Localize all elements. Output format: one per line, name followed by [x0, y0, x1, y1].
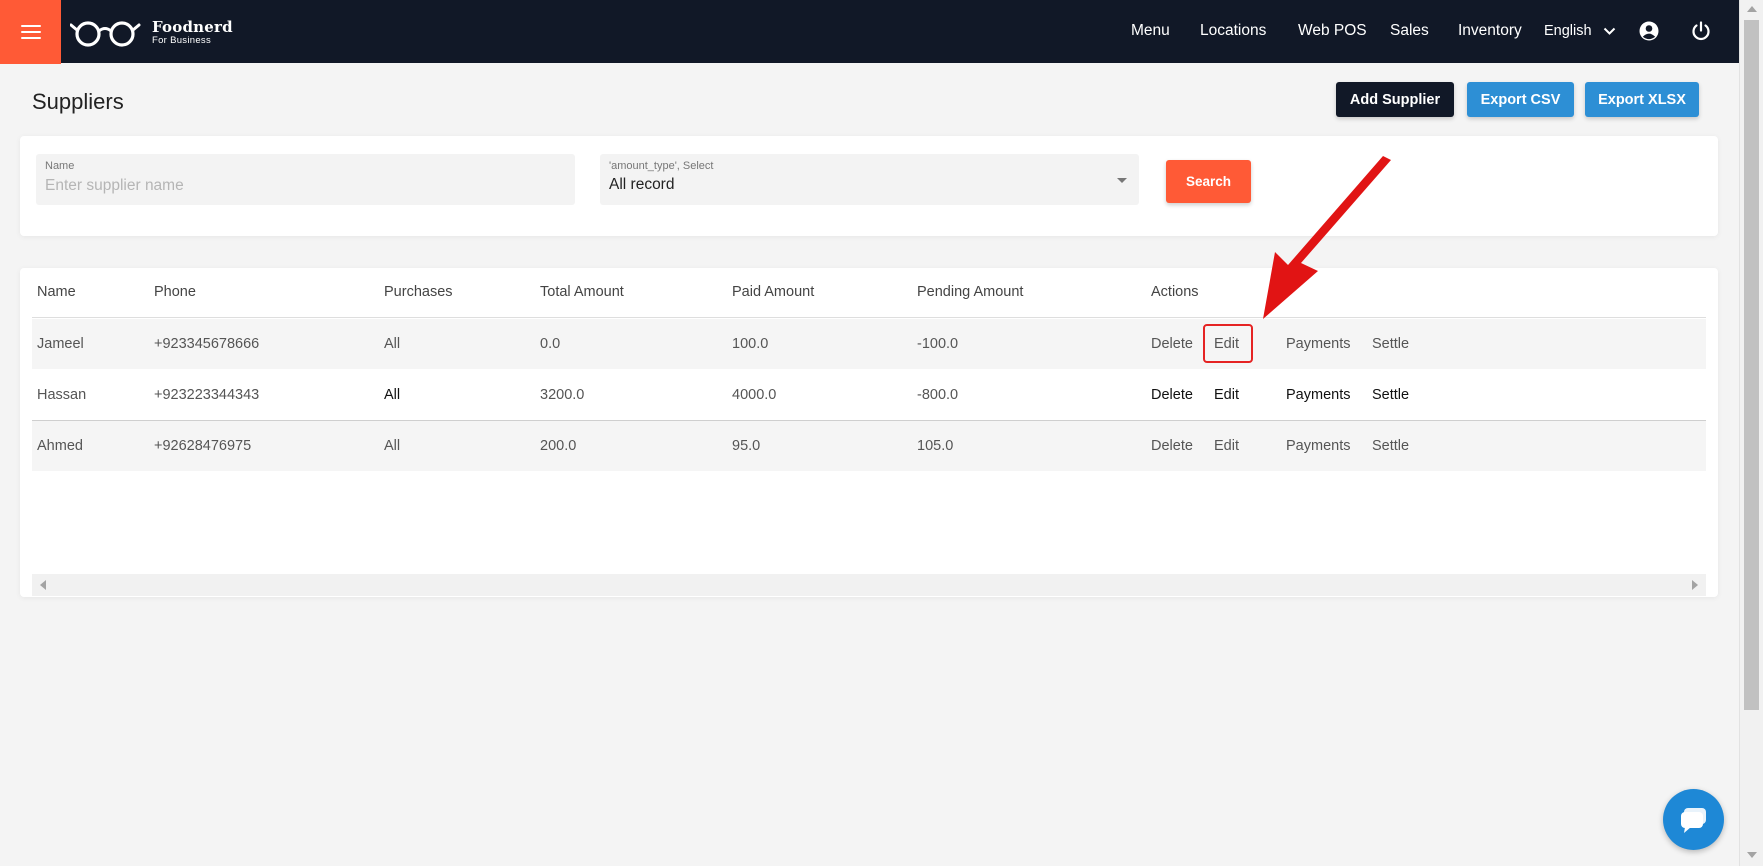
column-header-paid-amount[interactable]: Paid Amount [732, 284, 814, 300]
supplier-pending-amount: -100.0 [917, 336, 959, 352]
supplier-phone: +923223344343 [154, 387, 260, 403]
caret-down-icon [1117, 178, 1127, 183]
payments-button[interactable]: Payments [1286, 387, 1350, 403]
delete-button[interactable]: Delete [1151, 438, 1193, 454]
supplier-paid-amount: 95.0 [732, 438, 761, 454]
name-filter-input[interactable] [45, 177, 545, 195]
export-csv-button[interactable]: Export CSV [1467, 82, 1574, 117]
supplier-total-amount: 200.0 [540, 438, 577, 454]
chevron-down-icon [1603, 27, 1616, 35]
supplier-phone: +923345678666 [154, 336, 260, 352]
supplier-paid-amount: 100.0 [732, 336, 769, 352]
payments-button[interactable]: Payments [1286, 336, 1350, 352]
annotation-highlight-box [1203, 324, 1253, 363]
supplier-purchases-link[interactable]: All [384, 336, 400, 352]
page-title: Suppliers [32, 89, 124, 114]
settle-button[interactable]: Settle [1372, 336, 1409, 352]
nav-inventory[interactable]: Inventory [1458, 22, 1522, 40]
table-horizontal-scrollbar[interactable] [32, 574, 1706, 596]
edit-button[interactable]: Edit [1214, 438, 1239, 454]
amount-type-value: All record [609, 176, 675, 193]
nav-sales[interactable]: Sales [1390, 22, 1429, 40]
delete-button[interactable]: Delete [1151, 336, 1193, 352]
scrollbar-thumb[interactable] [1744, 20, 1759, 710]
column-header-actions: Actions [1151, 284, 1199, 300]
table-header-divider [32, 317, 1706, 318]
scroll-right-icon[interactable] [1692, 580, 1698, 590]
user-circle-icon [1639, 21, 1659, 41]
glasses-icon [70, 21, 141, 47]
scroll-up-icon[interactable] [1747, 6, 1757, 12]
settle-button[interactable]: Settle [1372, 387, 1409, 403]
chat-bubble-icon [1680, 807, 1706, 833]
supplier-total-amount: 3200.0 [540, 387, 585, 403]
supplier-total-amount: 0.0 [540, 336, 561, 352]
table-row[interactable]: Hassan +923223344343 All 3200.0 4000.0 -… [32, 370, 1706, 421]
table-row[interactable]: Ahmed +92628476975 All 200.0 95.0 105.0 … [32, 421, 1706, 471]
supplier-name: Ahmed [37, 438, 83, 454]
brand-name: Foodnerd [152, 18, 233, 37]
nav-locations[interactable]: Locations [1200, 22, 1266, 40]
page-scrollbar[interactable] [1739, 0, 1763, 866]
column-header-total-amount[interactable]: Total Amount [540, 284, 624, 300]
account-button[interactable] [1638, 20, 1660, 42]
logout-button[interactable] [1690, 20, 1712, 42]
language-label: English [1544, 23, 1592, 39]
chat-widget-button[interactable] [1663, 789, 1724, 850]
delete-button[interactable]: Delete [1151, 387, 1193, 403]
column-header-pending-amount[interactable]: Pending Amount [917, 284, 1023, 300]
nav-menu[interactable]: Menu [1131, 22, 1170, 40]
supplier-pending-amount: 105.0 [917, 438, 954, 454]
settle-button[interactable]: Settle [1372, 438, 1409, 454]
supplier-name: Jameel [37, 336, 84, 352]
column-header-phone[interactable]: Phone [154, 284, 196, 300]
amount-type-label: 'amount_type', Select [609, 160, 714, 172]
supplier-pending-amount: -800.0 [917, 387, 959, 403]
supplier-phone: +92628476975 [154, 438, 252, 454]
table-row[interactable]: Jameel +923345678666 All 0.0 100.0 -100.… [32, 319, 1706, 369]
column-header-purchases[interactable]: Purchases [384, 284, 453, 300]
hamburger-menu-button[interactable] [0, 0, 61, 64]
top-navbar: Foodnerd For Business Menu Locations Web… [0, 0, 1739, 64]
column-header-name[interactable]: Name [37, 284, 76, 300]
export-xlsx-button[interactable]: Export XLSX [1585, 82, 1699, 117]
supplier-purchases-link[interactable]: All [384, 438, 400, 454]
name-filter-field[interactable]: Name [36, 154, 575, 205]
power-icon [1692, 21, 1710, 41]
scroll-left-icon[interactable] [40, 580, 46, 590]
annotation-arrow-icon [1263, 156, 1391, 319]
nav-web-pos[interactable]: Web POS [1298, 22, 1367, 40]
add-supplier-button[interactable]: Add Supplier [1336, 82, 1454, 117]
payments-button[interactable]: Payments [1286, 438, 1350, 454]
amount-type-select[interactable]: 'amount_type', Select All record [600, 154, 1139, 205]
hamburger-icon [20, 25, 41, 39]
supplier-name: Hassan [37, 387, 87, 403]
supplier-paid-amount: 4000.0 [732, 387, 777, 403]
brand-logo[interactable]: Foodnerd For Business [70, 18, 233, 48]
search-button[interactable]: Search [1166, 160, 1251, 203]
supplier-purchases-link[interactable]: All [384, 387, 400, 403]
name-filter-label: Name [45, 160, 75, 172]
edit-button[interactable]: Edit [1214, 387, 1239, 403]
brand-tagline: For Business [152, 35, 212, 47]
scroll-down-icon[interactable] [1747, 852, 1757, 858]
